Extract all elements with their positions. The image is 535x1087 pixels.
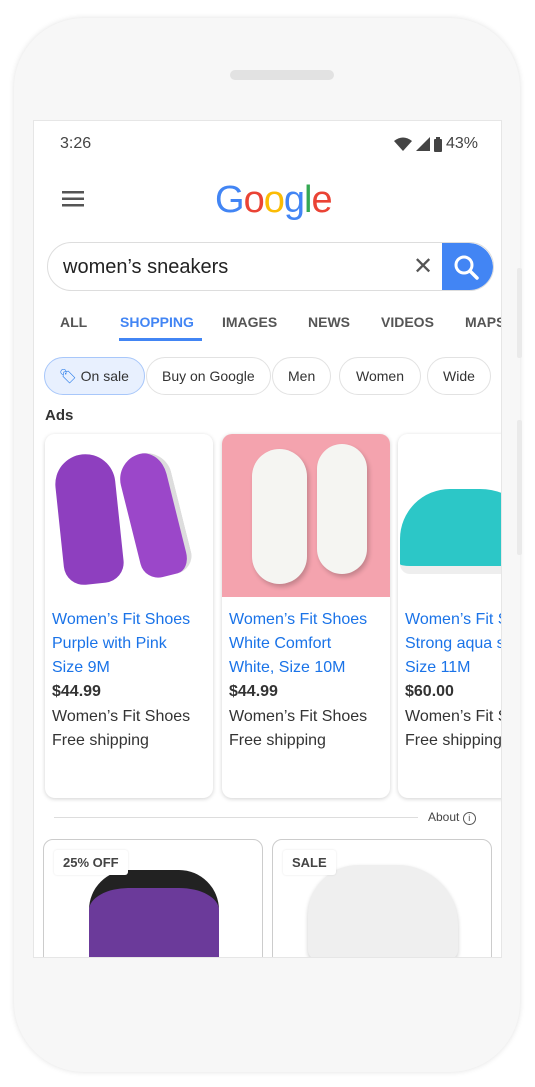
about-label: About [428,810,460,824]
side-button [517,268,522,358]
ad-title[interactable]: Strong aqua shoes [405,635,501,653]
ad-title[interactable]: Women’s Fit Shoes [52,611,190,629]
ad-title[interactable]: Size 9M [52,659,110,677]
product-image [89,870,219,957]
ad-title[interactable]: White Comfort [229,635,331,653]
speaker [230,70,334,80]
sale-badge: SALE [283,850,336,875]
side-button [517,420,522,555]
product-card[interactable]: SALE [272,839,492,957]
ad-price: $44.99 [229,683,278,700]
divider [54,817,418,818]
ad-store: Women’s Fit Shoes [229,708,368,725]
ad-price: $60.00 [405,683,454,700]
product-image [308,865,458,957]
discount-badge: 25% OFF [54,850,128,875]
ad-shipping: Free shipping [52,732,149,749]
product-card[interactable]: 25% OFF [43,839,263,957]
ad-card-text: Women’s Fit Shoes White Comfort White, Siz… [222,121,390,821]
ad-shipping: Free shipping [229,732,326,749]
ad-price: $44.99 [52,683,101,700]
ad-title[interactable]: White, Size 10M [229,659,345,677]
about-link[interactable]: About i [428,810,476,825]
ad-title[interactable]: Women’s Fit Shoes [229,611,367,629]
screen: 3:26 43% Google women’s sneakers ✕ ALL S… [33,120,502,958]
info-icon: i [462,812,476,825]
ad-title[interactable]: Purple with Pink [52,635,167,653]
ad-card-text: Women’s Fit Shoes Purple with Pink Size 9M… [45,121,213,821]
ad-card-text: Women’s Fit Shoes Strong aqua shoes Size 1… [398,121,502,821]
ad-store: Women’s Fit Shoes [52,708,191,725]
ad-title[interactable]: Size 11M [405,659,471,677]
ad-shipping: Free shipping [405,732,502,749]
ad-store: Women’s Fit Shoes [405,708,501,725]
ad-title[interactable]: Women’s Fit Shoes [405,611,501,629]
